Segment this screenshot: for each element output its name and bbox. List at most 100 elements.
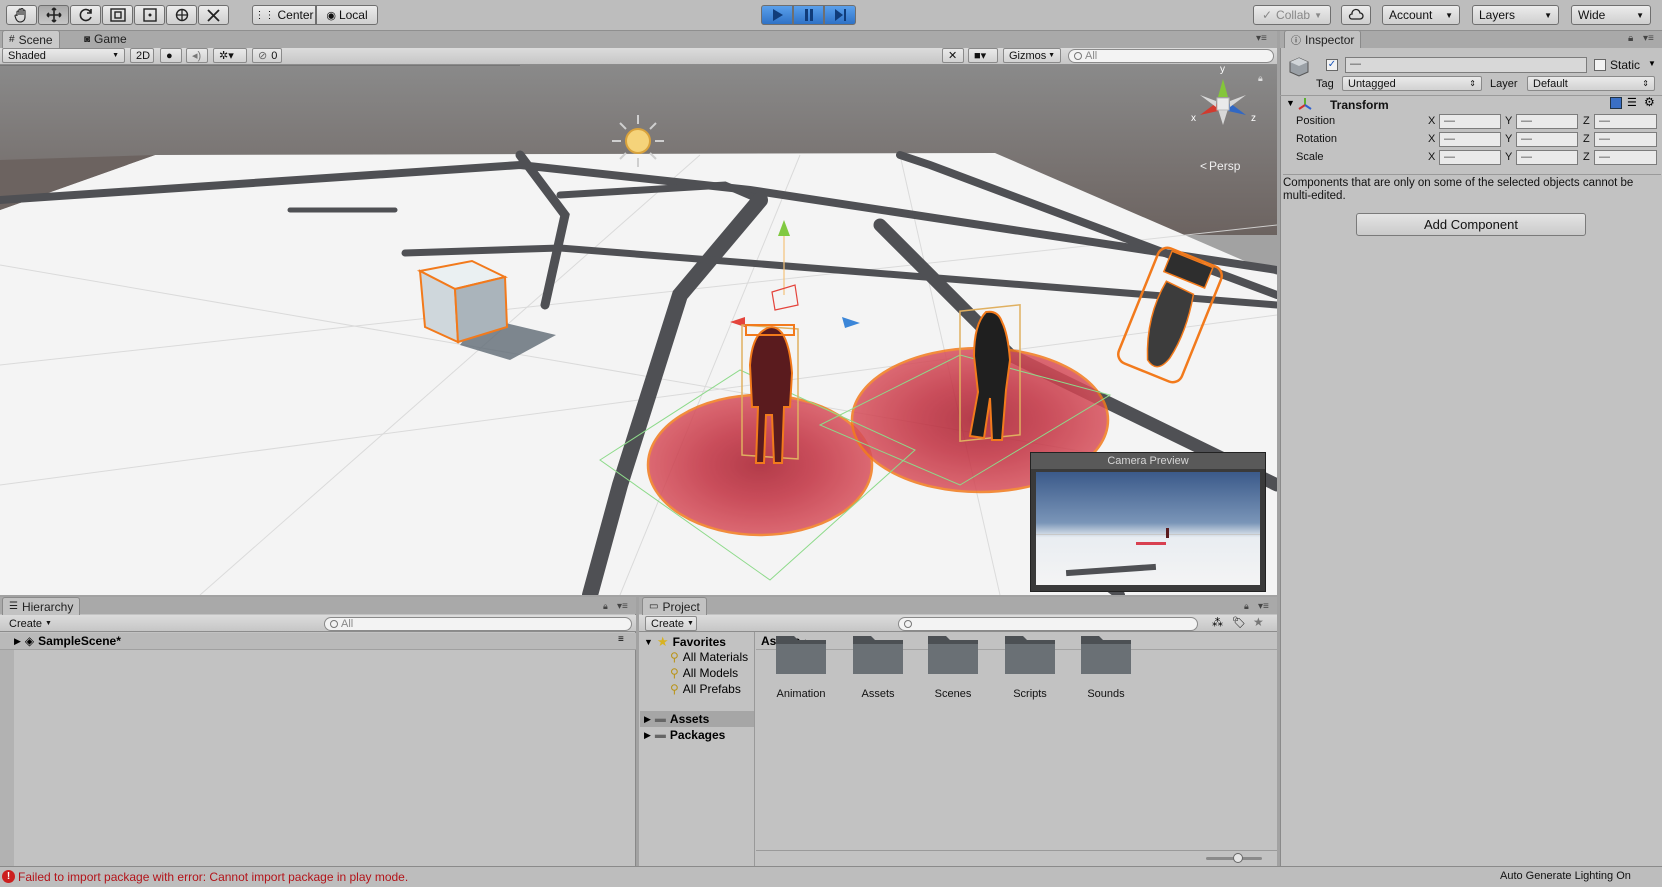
scene-viewport[interactable]: y x z 🔒︎ < Persp Camera Preview	[0, 65, 1277, 595]
step-button[interactable]	[824, 5, 856, 25]
project-create-dropdown[interactable]: Create ▼	[645, 616, 697, 631]
toggle-2d-button[interactable]: 2D	[130, 48, 154, 63]
error-icon[interactable]: !	[2, 870, 15, 883]
audio-toggle[interactable]: ◂)	[186, 48, 208, 63]
transform-tool-button[interactable]	[166, 5, 197, 25]
game-controller-icon: ◙	[84, 33, 91, 45]
lock-icon[interactable]: 🔒︎	[603, 601, 608, 612]
scene-row-menu-icon[interactable]: ≡	[618, 634, 624, 645]
tab-game[interactable]: ◙ Game	[78, 30, 133, 48]
tab-inspector[interactable]: ⓘ Inspector	[1284, 30, 1362, 48]
folder-icon: ▭	[649, 601, 659, 612]
hierarchy-create-dropdown[interactable]: Create ▼	[4, 616, 54, 631]
rotation-x-field[interactable]: —	[1439, 132, 1501, 147]
tab-hierarchy[interactable]: ☰ Hierarchy	[2, 597, 81, 615]
camera-icon: ■▾	[974, 50, 987, 62]
icon-size-slider-thumb[interactable]	[1233, 853, 1243, 863]
scale-tool-button[interactable]	[102, 5, 133, 25]
tab-project[interactable]: ▭ Project	[642, 597, 707, 615]
folder-scenes[interactable]: Scenes	[923, 630, 983, 700]
folder-sounds[interactable]: Sounds	[1076, 630, 1136, 700]
rotate-tool-button[interactable]	[70, 5, 101, 25]
position-x-field[interactable]: —	[1439, 114, 1501, 129]
scale-y-field[interactable]: —	[1516, 150, 1578, 165]
expand-arrow-icon[interactable]: ▶	[644, 730, 651, 741]
pivot-local-button[interactable]: ◉ Local	[316, 5, 378, 25]
star-icon: ★	[656, 634, 669, 649]
layer-dropdown[interactable]: Default ⇕	[1527, 76, 1655, 91]
favorite-star-icon[interactable]: ★	[1253, 615, 1264, 629]
gear-icon[interactable]: ⚙	[1644, 95, 1655, 109]
static-checkbox[interactable]	[1594, 59, 1606, 71]
tab-scene[interactable]: # Scene	[2, 30, 60, 48]
collab-dropdown[interactable]: ✓ Collab ▼	[1253, 5, 1331, 25]
play-button[interactable]	[761, 5, 793, 25]
lighting-toggle[interactable]: ●	[160, 48, 182, 63]
filter-label-icon[interactable]: 🏷︎	[1232, 616, 1246, 629]
panel-menu-icon[interactable]: ▾≡	[617, 601, 628, 612]
favorite-item-materials[interactable]: ⚲ All Materials	[670, 650, 754, 664]
scene-camera-dropdown[interactable]: ■▾	[968, 48, 998, 63]
folder-animation[interactable]: Animation	[771, 630, 831, 700]
assets-tree-item[interactable]: ▶ ▬ Assets	[644, 712, 709, 726]
active-checkbox[interactable]: ✓	[1326, 59, 1338, 71]
folder-assets[interactable]: Assets	[848, 630, 908, 700]
panel-menu-icon[interactable]: ▾≡	[1256, 33, 1267, 44]
scale-x-field[interactable]: —	[1439, 150, 1501, 165]
scene-row-content: ▶ ◈ SampleScene*	[14, 634, 121, 648]
favorite-item-prefabs[interactable]: ⚲ All Prefabs	[670, 682, 741, 696]
expand-arrow-icon[interactable]: ▼	[644, 637, 653, 647]
folder-icon: ▬	[654, 713, 666, 725]
rect-tool-button[interactable]	[134, 5, 165, 25]
scale-z-field[interactable]: —	[1594, 150, 1657, 165]
add-component-button[interactable]: Add Component	[1356, 213, 1586, 236]
hand-tool-button[interactable]	[6, 5, 37, 25]
project-search-input[interactable]	[898, 617, 1198, 631]
effects-dropdown[interactable]: ✲▾	[213, 48, 247, 63]
hidden-objects-toggle[interactable]: ⊘ 0	[252, 48, 282, 63]
position-z-field[interactable]: —	[1594, 114, 1657, 129]
error-message[interactable]: Failed to import package with error: Can…	[18, 870, 408, 884]
scene-orientation-gizmo[interactable]: y x z	[1188, 65, 1258, 137]
rotation-z-field[interactable]: —	[1594, 132, 1657, 147]
pivot-center-button[interactable]: ⋮⋮ Center	[252, 5, 316, 25]
shading-mode-dropdown[interactable]: Shaded ▼	[2, 48, 125, 63]
hierarchy-search-input[interactable]: All	[324, 617, 632, 631]
updown-icon: ⇕	[1469, 79, 1476, 88]
object-name-field[interactable]: —	[1345, 57, 1587, 73]
tools-icon	[206, 9, 220, 22]
static-dropdown-icon[interactable]: ▼	[1648, 59, 1656, 68]
favorite-item-models[interactable]: ⚲ All Models	[670, 666, 738, 680]
favorites-row[interactable]: ▼ ★ Favorites	[644, 634, 726, 650]
filter-type-icon[interactable]: ⁂	[1212, 616, 1223, 629]
layers-dropdown[interactable]: Layers ▼	[1472, 5, 1559, 25]
tag-dropdown[interactable]: Untagged ⇕	[1342, 76, 1482, 91]
custom-tool-button[interactable]	[198, 5, 229, 25]
persp-toggle[interactable]: < Persp	[1200, 159, 1240, 173]
position-y-field[interactable]: —	[1516, 114, 1578, 129]
scene-search-input[interactable]: All	[1068, 49, 1274, 63]
project-tab-strip	[639, 597, 1277, 614]
help-book-icon[interactable]	[1610, 97, 1622, 109]
pause-button[interactable]	[793, 5, 824, 25]
gizmos-dropdown[interactable]: Gizmos ▼	[1003, 48, 1061, 63]
move-tool-button[interactable]	[38, 5, 69, 25]
rotation-y-field[interactable]: —	[1516, 132, 1578, 147]
panel-menu-icon[interactable]: ▾≡	[1258, 601, 1269, 612]
cloud-button[interactable]	[1341, 5, 1371, 25]
lock-icon[interactable]: 🔒︎	[1244, 601, 1249, 612]
foldout-arrow-icon[interactable]: ▼	[1286, 98, 1295, 108]
camera-preview: Camera Preview	[1030, 452, 1266, 592]
layout-dropdown[interactable]: Wide ▼	[1571, 5, 1651, 25]
expand-arrow-icon[interactable]: ▶	[14, 636, 21, 647]
folder-scripts[interactable]: Scripts	[1000, 630, 1060, 700]
lock-view-icon[interactable]: 🔒︎	[1258, 73, 1263, 84]
scene-tools-toggle[interactable]: ✕	[942, 48, 964, 63]
packages-tree-item[interactable]: ▶ ▬ Packages	[644, 728, 725, 742]
expand-arrow-icon[interactable]: ▶	[644, 714, 651, 725]
panel-menu-icon[interactable]: ▾≡	[1643, 33, 1654, 44]
preset-sliders-icon[interactable]: ☰	[1627, 96, 1637, 109]
account-dropdown[interactable]: Account ▼	[1382, 5, 1460, 25]
scene-grid-icon: #	[9, 34, 15, 45]
lock-icon[interactable]: 🔒︎	[1628, 33, 1633, 44]
